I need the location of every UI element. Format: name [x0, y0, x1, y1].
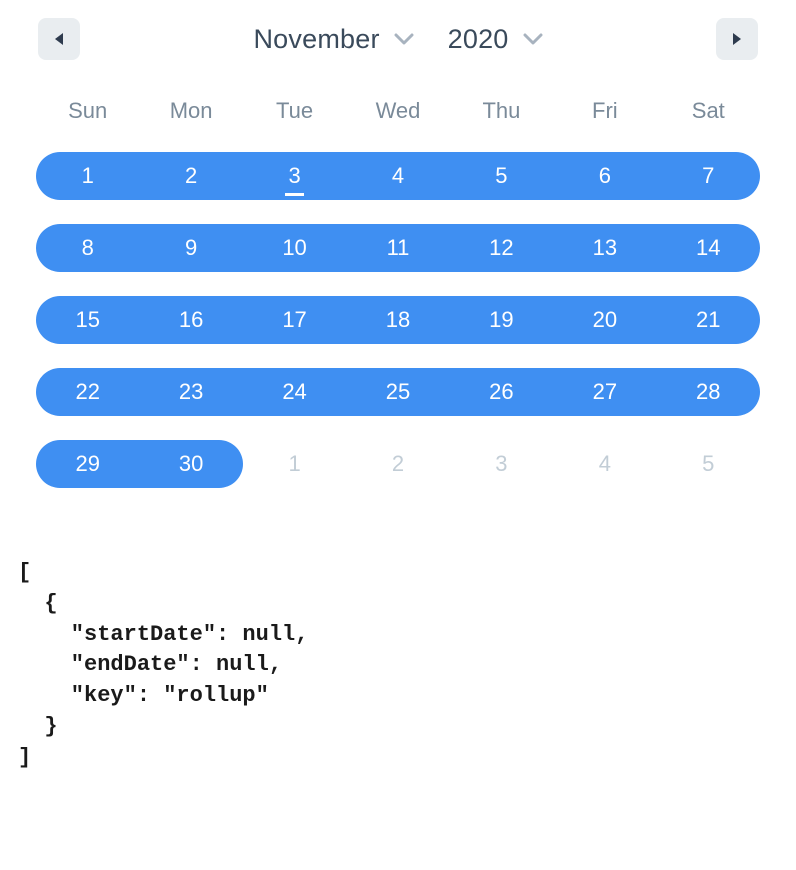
- week-row: 15 16 17 18 19 20 21: [36, 296, 760, 344]
- week-row: 8 9 10 11 12 13 14: [36, 224, 760, 272]
- chevron-down-icon: [523, 33, 543, 46]
- day-number: 4: [599, 451, 611, 477]
- day-cell[interactable]: 14: [657, 224, 760, 272]
- calendar-header: November 2020: [36, 18, 760, 60]
- day-cell[interactable]: 5: [657, 440, 760, 488]
- weekday-label: Sun: [36, 92, 139, 130]
- day-number: 9: [185, 235, 197, 261]
- day-number: 8: [82, 235, 94, 261]
- day-cell[interactable]: 13: [553, 224, 656, 272]
- weekday-row: Sun Mon Tue Wed Thu Fri Sat: [36, 92, 760, 130]
- year-label: 2020: [448, 24, 509, 55]
- day-number: 24: [282, 379, 306, 405]
- day-cell[interactable]: 3: [243, 152, 346, 200]
- day-cell[interactable]: 2: [346, 440, 449, 488]
- day-cell[interactable]: 1: [36, 152, 139, 200]
- day-number: 19: [489, 307, 513, 333]
- day-number: 16: [179, 307, 203, 333]
- day-cell[interactable]: 26: [450, 368, 553, 416]
- day-number: 3: [495, 451, 507, 477]
- day-number: 11: [387, 235, 410, 261]
- triangle-left-icon: [52, 31, 66, 47]
- day-cell[interactable]: 21: [657, 296, 760, 344]
- week-row: 22 23 24 25 26 27 28: [36, 368, 760, 416]
- day-cell[interactable]: 12: [450, 224, 553, 272]
- day-number: 5: [495, 163, 507, 189]
- header-selectors: November 2020: [253, 24, 542, 55]
- day-cell[interactable]: 23: [139, 368, 242, 416]
- day-cell[interactable]: 3: [450, 440, 553, 488]
- day-number: 23: [179, 379, 203, 405]
- day-number: 26: [489, 379, 513, 405]
- day-cell[interactable]: 30: [139, 440, 242, 488]
- day-cell[interactable]: 10: [243, 224, 346, 272]
- day-number: 2: [392, 451, 404, 477]
- weekday-label: Thu: [450, 92, 553, 130]
- day-number: 22: [75, 379, 99, 405]
- day-cell[interactable]: 4: [553, 440, 656, 488]
- month-select[interactable]: November: [253, 24, 413, 55]
- day-number: 20: [593, 307, 617, 333]
- weekday-label: Tue: [243, 92, 346, 130]
- day-number: 14: [696, 235, 720, 261]
- day-cell[interactable]: 27: [553, 368, 656, 416]
- day-cell[interactable]: 28: [657, 368, 760, 416]
- day-number: 21: [696, 307, 720, 333]
- day-number: 4: [392, 163, 404, 189]
- day-cell[interactable]: 22: [36, 368, 139, 416]
- next-month-button[interactable]: [716, 18, 758, 60]
- day-cell[interactable]: 25: [346, 368, 449, 416]
- weekday-label: Fri: [553, 92, 656, 130]
- day-number: 25: [386, 379, 410, 405]
- day-number: 3: [288, 163, 300, 189]
- day-cell[interactable]: 6: [553, 152, 656, 200]
- day-cell[interactable]: 24: [243, 368, 346, 416]
- day-cell[interactable]: 15: [36, 296, 139, 344]
- day-cell[interactable]: 18: [346, 296, 449, 344]
- day-number: 17: [282, 307, 306, 333]
- day-number: 28: [696, 379, 720, 405]
- day-cell[interactable]: 19: [450, 296, 553, 344]
- day-number: 13: [593, 235, 617, 261]
- day-number: 10: [282, 235, 306, 261]
- triangle-right-icon: [730, 31, 744, 47]
- day-number: 12: [489, 235, 513, 261]
- day-cell[interactable]: 7: [657, 152, 760, 200]
- day-cell[interactable]: 4: [346, 152, 449, 200]
- day-cell[interactable]: 9: [139, 224, 242, 272]
- day-number: 27: [593, 379, 617, 405]
- day-number: 18: [386, 307, 410, 333]
- day-number: 1: [288, 451, 300, 477]
- day-cell[interactable]: 16: [139, 296, 242, 344]
- day-cell[interactable]: 2: [139, 152, 242, 200]
- chevron-down-icon: [394, 33, 414, 46]
- calendar-grid: 1234567891011121314151617181920212223242…: [36, 152, 760, 488]
- weekday-label: Wed: [346, 92, 449, 130]
- day-number: 29: [75, 451, 99, 477]
- month-label: November: [253, 24, 379, 55]
- prev-month-button[interactable]: [38, 18, 80, 60]
- day-number: 5: [702, 451, 714, 477]
- weekday-label: Mon: [139, 92, 242, 130]
- day-cell[interactable]: 17: [243, 296, 346, 344]
- day-number: 6: [599, 163, 611, 189]
- year-select[interactable]: 2020: [448, 24, 543, 55]
- day-cell[interactable]: 8: [36, 224, 139, 272]
- day-number: 15: [75, 307, 99, 333]
- day-cell[interactable]: 20: [553, 296, 656, 344]
- weekday-label: Sat: [657, 92, 760, 130]
- day-cell[interactable]: 11: [346, 224, 449, 272]
- day-cell[interactable]: 29: [36, 440, 139, 488]
- day-number: 2: [185, 163, 197, 189]
- day-cell[interactable]: 5: [450, 152, 553, 200]
- day-number: 1: [82, 163, 94, 189]
- week-row: 29 30 1 2 3 4 5: [36, 440, 760, 488]
- day-number: 30: [179, 451, 203, 477]
- day-number: 7: [702, 163, 714, 189]
- day-cell[interactable]: 1: [243, 440, 346, 488]
- week-row: 1 2 3 4 5 6 7: [36, 152, 760, 200]
- output-code: [ { "startDate": null, "endDate": null, …: [18, 558, 760, 774]
